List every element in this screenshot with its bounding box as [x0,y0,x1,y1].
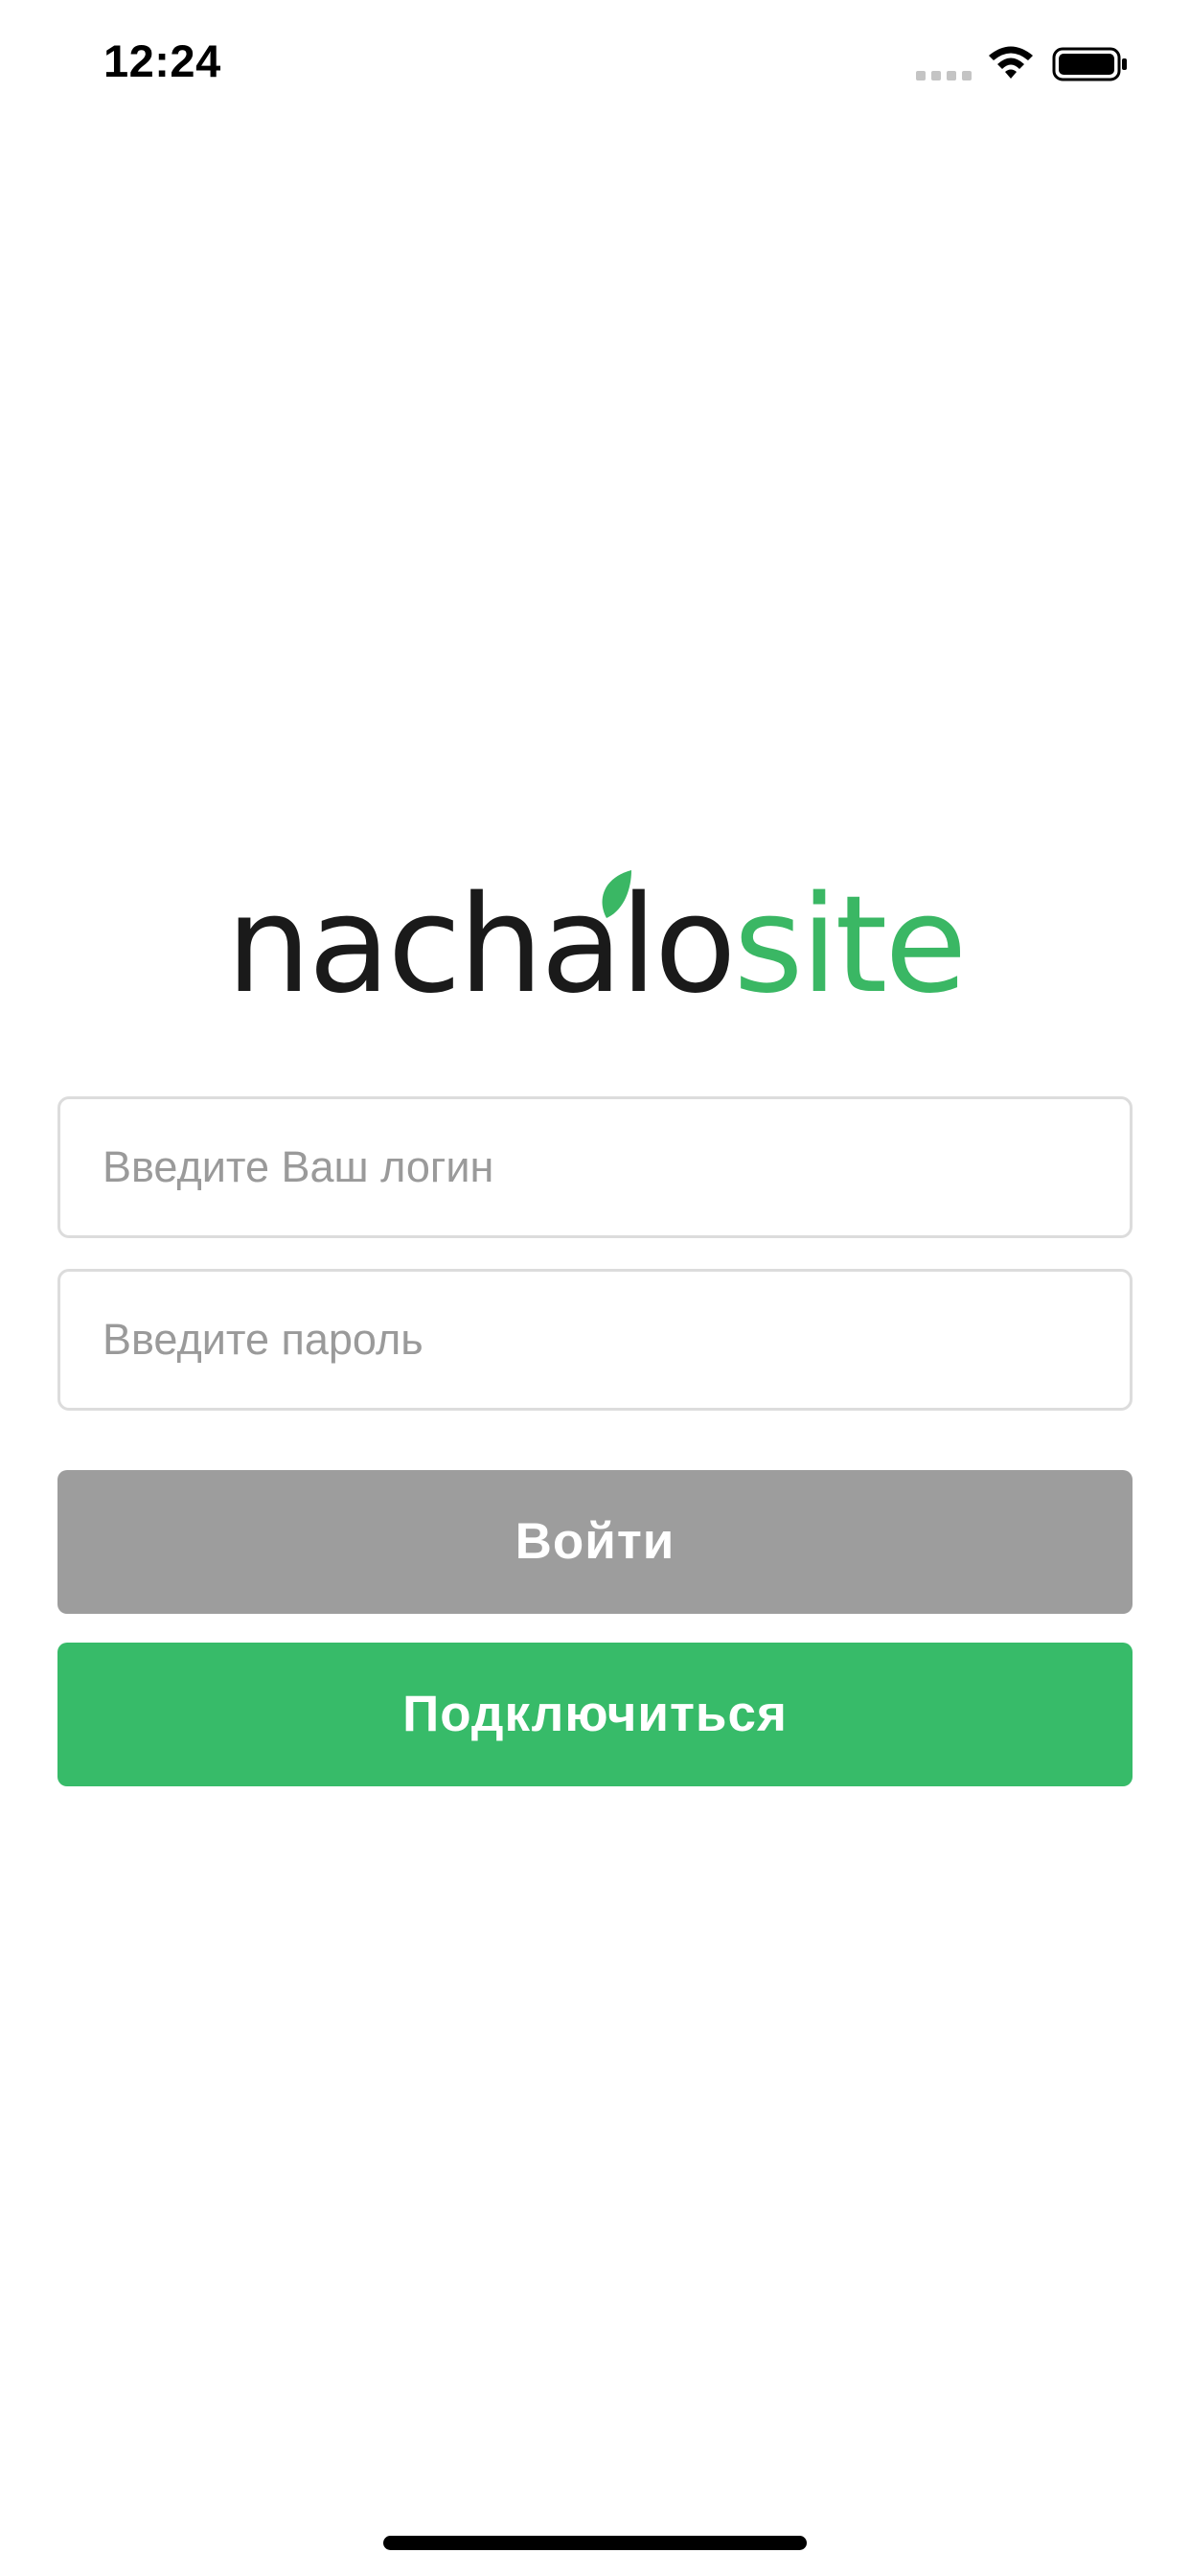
password-input[interactable] [103,1272,1089,1408]
battery-icon [1052,47,1127,81]
password-field-container [57,1269,1133,1411]
connect-button[interactable]: Подключиться [57,1643,1133,1786]
logo-wordmark: nachalosite [226,874,967,1018]
app-logo: nachalosite [226,870,967,1018]
wifi-icon [989,46,1033,79]
login-input[interactable] [103,1099,1089,1235]
status-bar: 12:24 [0,0,1190,126]
home-indicator[interactable] [383,2536,807,2550]
login-field-container [57,1096,1133,1238]
status-time: 12:24 [103,35,221,86]
logo-text-green: site [733,867,968,1024]
login-button[interactable]: Войти [57,1470,1133,1614]
signal-icon [916,71,972,80]
logo-text-dark: nachalo [226,867,737,1024]
